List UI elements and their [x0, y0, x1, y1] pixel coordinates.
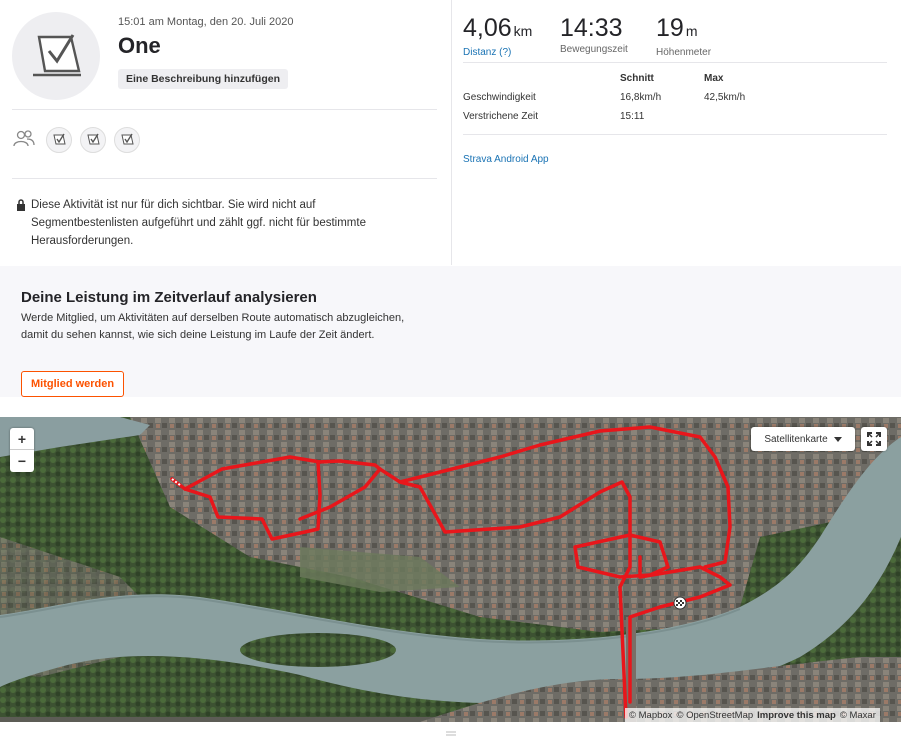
zoom-in-button[interactable]: + — [10, 428, 34, 450]
osm-link[interactable]: © OpenStreetMap — [676, 710, 753, 721]
distance-label[interactable]: Distanz (?) — [463, 47, 532, 58]
distance-unit: km — [513, 23, 533, 39]
divider — [12, 178, 437, 179]
checkbox-icon — [121, 133, 134, 145]
column-divider — [451, 0, 452, 265]
athletes-icon[interactable] — [13, 130, 35, 153]
improve-map-link[interactable]: Improve this map — [757, 710, 836, 721]
device-link[interactable]: Strava Android App — [463, 154, 549, 165]
checkbox-icon — [33, 34, 81, 77]
checkbox-icon — [53, 133, 66, 145]
elevation-stat: 19 m Höhenmeter — [656, 14, 711, 58]
privacy-text: Diese Aktivität ist nur für dich sichtba… — [31, 199, 366, 247]
fullscreen-button[interactable] — [861, 427, 887, 451]
divider — [463, 62, 887, 63]
privacy-notice: Diese Aktivität ist nur für dich sichtba… — [16, 196, 426, 250]
elevation-value: 19 — [656, 14, 684, 42]
divider — [463, 134, 887, 135]
moving-time-value: 14:33 — [560, 14, 623, 42]
col-header-avg: Schnitt — [620, 73, 654, 84]
row-label-speed: Geschwindigkeit — [463, 92, 536, 103]
row-label-elapsed: Verstrichene Zeit — [463, 111, 539, 122]
kudos-avatar[interactable] — [114, 127, 140, 153]
activity-avatar — [12, 12, 100, 100]
map-layer-select[interactable]: Satellitenkarte — [751, 427, 855, 451]
distance-value: 4,06 — [463, 14, 512, 42]
map-island — [240, 633, 396, 667]
add-description-button[interactable]: Eine Beschreibung hinzufügen — [118, 69, 289, 89]
speed-avg: 16,8km/h — [620, 92, 662, 103]
lock-icon — [17, 199, 25, 211]
kudos-avatar[interactable] — [46, 127, 72, 153]
distance-stat: 4,06 km Distanz (?) — [463, 14, 532, 58]
elapsed-avg: 15:11 — [620, 111, 645, 122]
col-header-max: Max — [704, 73, 724, 84]
moving-time-stat: 14:33 Bewegungszeit — [560, 14, 628, 55]
promo-text: Werde Mitglied, um Aktivitäten auf derse… — [21, 312, 405, 341]
maxar-link[interactable]: © Maxar — [840, 710, 876, 721]
divider — [12, 109, 437, 110]
map-attribution: © Mapbox © OpenStreetMap Improve this ma… — [625, 708, 880, 722]
activity-title: One — [118, 33, 161, 58]
route-map[interactable] — [0, 417, 901, 722]
performance-promo: Deine Leistung im Zeitverlauf analysiere… — [0, 266, 901, 642]
resize-handle[interactable] — [446, 724, 456, 736]
elevation-unit: m — [685, 23, 698, 39]
checkbox-icon — [87, 133, 100, 145]
chevron-down-icon — [833, 436, 842, 442]
speed-max: 42,5km/h — [704, 92, 746, 103]
become-member-button[interactable]: Mitglied werden — [21, 371, 125, 397]
mapbox-link[interactable]: © Mapbox — [629, 710, 672, 721]
promo-heading: Deine Leistung im Zeitverlauf analysiere… — [21, 289, 317, 306]
map-zoom-control: + − — [10, 428, 34, 472]
elevation-label: Höhenmeter — [656, 47, 712, 58]
map-layer-label: Satellitenkarte — [764, 433, 828, 445]
moving-time-label: Bewegungszeit — [560, 44, 628, 55]
expand-icon — [867, 432, 881, 446]
zoom-out-button[interactable]: − — [10, 450, 34, 472]
activity-datetime: 15:01 am Montag, den 20. Juli 2020 — [118, 16, 294, 28]
kudos-avatar[interactable] — [80, 127, 106, 153]
